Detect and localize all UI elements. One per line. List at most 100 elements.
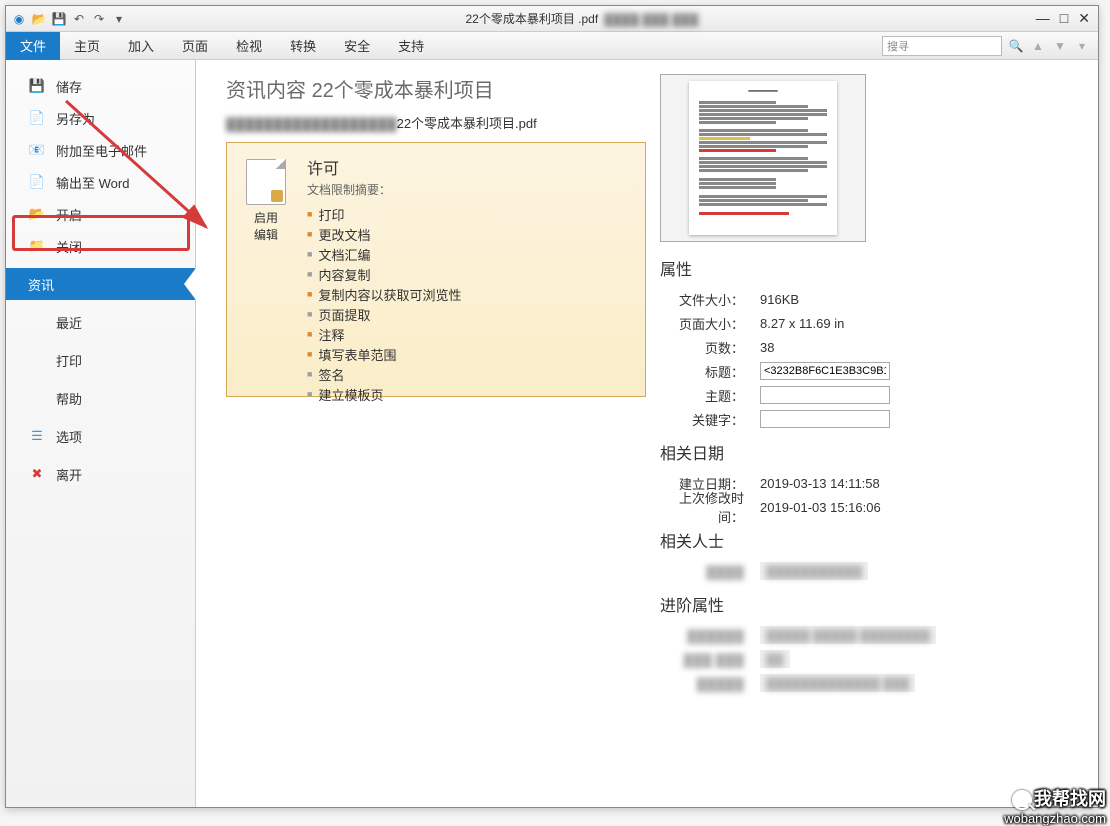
- side-item-8[interactable]: 打印: [6, 344, 195, 376]
- magnifier-icon: [1012, 790, 1032, 810]
- date-value: 2019-01-03 15:16:06: [760, 500, 881, 515]
- side-item-5[interactable]: 📁关闭: [6, 230, 195, 262]
- side-label: 最近: [56, 313, 82, 332]
- perm-item: 文档汇编: [307, 244, 633, 264]
- people-row: ▓▓▓▓▓▓▓▓▓▓▓▓▓▓▓: [660, 560, 1080, 582]
- side-item-2[interactable]: 📧附加至电子邮件: [6, 134, 195, 166]
- prop-row: 主题：: [660, 384, 1080, 406]
- minimize-button[interactable]: —: [1036, 10, 1050, 27]
- file-menu-panel: 💾储存 📄 另存为 📧附加至电子邮件 📄 输出至 Word 📂开启📁关闭资讯最近打印帮助 ☰ 选…: [6, 60, 196, 807]
- open-icon[interactable]: 📂: [30, 10, 48, 28]
- adv-label: ▓▓▓ ▓▓▓: [660, 652, 760, 667]
- menubar: 文件主页加入页面检视转换安全支持 搜寻 🔍 ▲ ▼ ▾: [6, 32, 1098, 60]
- perm-item: 内容复制: [307, 264, 633, 284]
- close-button[interactable]: ✕: [1078, 10, 1090, 27]
- side-item-4[interactable]: 📂开启: [6, 198, 195, 230]
- side-item-7[interactable]: 最近: [6, 306, 195, 338]
- side-label: 帮助: [56, 389, 82, 408]
- side-item-6[interactable]: 资讯: [6, 268, 195, 300]
- menu-安全[interactable]: 安全: [330, 31, 384, 60]
- down-icon[interactable]: ▼: [1052, 38, 1068, 54]
- document-lock-icon: [246, 159, 286, 205]
- up-icon[interactable]: ▲: [1030, 38, 1046, 54]
- prop-label: 标题：: [660, 362, 760, 381]
- prop-label: 关键字：: [660, 410, 760, 429]
- permissions-subtitle: 文档限制摘要：: [307, 181, 633, 198]
- search-input[interactable]: 搜寻: [882, 36, 1002, 56]
- prop-row: 页数：38: [660, 336, 1080, 358]
- adv-row: ▓▓▓▓▓▓▓▓▓▓▓▓▓▓▓▓▓▓ ▓▓▓: [660, 672, 1080, 694]
- perm-item: 更改文档: [307, 224, 633, 244]
- perm-item: 填写表单范围: [307, 344, 633, 364]
- side-item-3[interactable]: 📄 输出至 Word: [6, 166, 195, 198]
- adv-value-blur: ▓▓▓▓▓ ▓▓▓▓▓ ▓▓▓▓▓▓▓▓: [760, 626, 936, 644]
- app-icon: ◉: [10, 10, 28, 28]
- perm-item: 打印: [307, 204, 633, 224]
- qat-dropdown-icon[interactable]: ▾: [110, 10, 128, 28]
- side-label: 打印: [56, 351, 82, 370]
- adv-row: ▓▓▓ ▓▓▓▓▓: [660, 648, 1080, 670]
- people-label: ▓▓▓▓: [660, 564, 760, 579]
- prop-label: 页面大小：: [660, 314, 760, 333]
- permissions-list: 打印更改文档文档汇编内容复制复制内容以获取可浏览性页面提取注释填写表单范围签名建…: [307, 204, 633, 404]
- prop-value: 8.27 x 11.69 in: [760, 316, 844, 331]
- adv-row: ▓▓▓▓▓▓▓▓▓▓▓ ▓▓▓▓▓ ▓▓▓▓▓▓▓▓: [660, 624, 1080, 646]
- qat: ◉ 📂 💾 ↶ ↷ ▾: [6, 10, 128, 28]
- redo-icon[interactable]: ↷: [90, 10, 108, 28]
- ico-open-icon: 📂: [28, 205, 46, 223]
- menu-主页[interactable]: 主页: [60, 31, 114, 60]
- menu-文件[interactable]: 文件: [6, 31, 60, 60]
- side-label: 选项: [56, 427, 82, 446]
- ico-saveas-icon: 📄: [28, 109, 46, 127]
- adv-label: ▓▓▓▓▓: [660, 676, 760, 691]
- side-item-0[interactable]: 💾储存: [6, 70, 195, 102]
- side-item-11[interactable]: ✖ 离开: [6, 458, 195, 490]
- side-item-9[interactable]: 帮助: [6, 382, 195, 414]
- prop-row: 关键字：: [660, 408, 1080, 430]
- menu-转换[interactable]: 转换: [276, 31, 330, 60]
- info-heading: 资讯内容 22个零成本暴利项目: [226, 74, 646, 103]
- prop-input[interactable]: [760, 386, 890, 404]
- perm-item: 注释: [307, 324, 633, 344]
- ico-close-icon: 📁: [28, 237, 46, 255]
- enable-edit-button[interactable]: 启用 编辑: [239, 155, 293, 384]
- permissions-title: 许可: [307, 155, 633, 179]
- menu-加入[interactable]: 加入: [114, 31, 168, 60]
- side-label: 储存: [56, 77, 82, 96]
- side-label: 附加至电子邮件: [56, 141, 147, 160]
- section-advanced: 进阶属性: [660, 592, 1080, 616]
- perm-item: 签名: [307, 364, 633, 384]
- search-icon[interactable]: 🔍: [1008, 38, 1024, 54]
- side-label: 资讯: [28, 275, 54, 294]
- section-dates: 相关日期: [660, 440, 1080, 464]
- side-item-10[interactable]: ☰ 选项: [6, 420, 195, 452]
- prop-row: 页面大小：8.27 x 11.69 in: [660, 312, 1080, 334]
- menu-支持[interactable]: 支持: [384, 31, 438, 60]
- prop-label: 文件大小：: [660, 290, 760, 309]
- prop-value: 916KB: [760, 292, 799, 307]
- menu-页面[interactable]: 页面: [168, 31, 222, 60]
- people-value-blur: ▓▓▓▓▓▓▓▓▓▓▓: [760, 562, 868, 580]
- side-label: 离开: [56, 465, 82, 484]
- section-properties: 属性: [660, 256, 1080, 280]
- prop-label: 主题：: [660, 386, 760, 405]
- prop-input[interactable]: [760, 362, 890, 380]
- side-label: 输出至 Word: [56, 173, 129, 192]
- save-icon[interactable]: 💾: [50, 10, 68, 28]
- ico-opt-icon: ☰: [28, 427, 46, 445]
- page-thumbnail: ━━━━━━━━: [660, 74, 866, 242]
- ico-exit-icon: ✖: [28, 465, 46, 483]
- maximize-button[interactable]: □: [1060, 10, 1068, 27]
- side-label: 另存为: [56, 109, 95, 128]
- prop-input[interactable]: [760, 410, 890, 428]
- titlebar: ◉ 📂 💾 ↶ ↷ ▾ 22个零成本暴利项目 .pdf▓▓▓▓ ▓▓▓ ▓▓▓ …: [6, 6, 1098, 32]
- ico-word-icon: 📄: [28, 173, 46, 191]
- side-item-1[interactable]: 📄 另存为: [6, 102, 195, 134]
- date-row: 上次修改时间：2019-01-03 15:16:06: [660, 496, 1080, 518]
- adv-label: ▓▓▓▓▓▓: [660, 628, 760, 643]
- dropdown-icon[interactable]: ▾: [1074, 38, 1090, 54]
- undo-icon[interactable]: ↶: [70, 10, 88, 28]
- perm-item: 页面提取: [307, 304, 633, 324]
- menu-检视[interactable]: 检视: [222, 31, 276, 60]
- app-window: ◉ 📂 💾 ↶ ↷ ▾ 22个零成本暴利项目 .pdf▓▓▓▓ ▓▓▓ ▓▓▓ …: [5, 5, 1099, 808]
